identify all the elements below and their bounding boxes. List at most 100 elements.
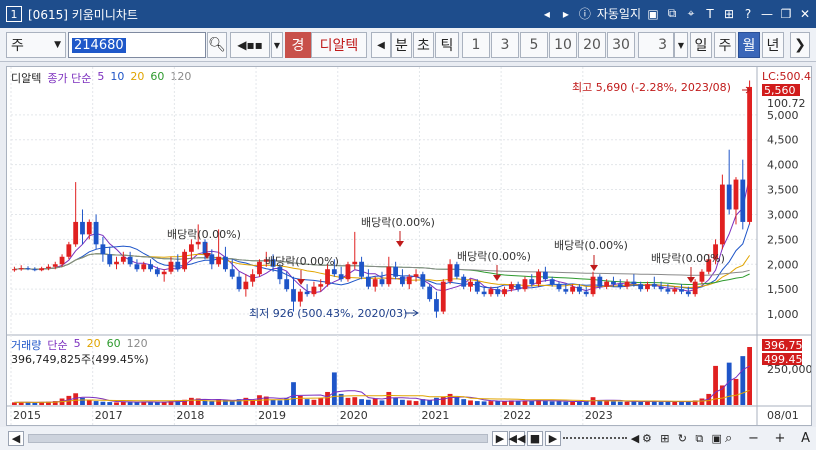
volume-bar <box>611 401 616 405</box>
chevron-right-icon[interactable]: ❯ <box>790 32 810 58</box>
zoom-in-icon[interactable]: + <box>775 431 786 446</box>
candle-body <box>175 261 181 270</box>
stop-icon[interactable]: ■ <box>527 431 543 446</box>
volume-bar <box>617 401 623 405</box>
zoom-search-icon[interactable]: ⌕ <box>725 431 732 446</box>
interval-30[interactable]: 30 <box>607 32 635 58</box>
window-list-icon[interactable]: ▣ <box>646 7 660 21</box>
volume-bar <box>447 393 453 405</box>
volume-bar <box>468 400 473 405</box>
help-icon[interactable]: ? <box>741 7 755 21</box>
candle-body <box>372 279 378 287</box>
price-tick: 3,000 <box>767 208 799 221</box>
scroll-left-icon[interactable]: ◀ <box>8 431 24 446</box>
high-label: 최고 5,690 (-2.28%, 2023/08) <box>572 81 731 94</box>
copy-icon[interactable]: ⧉ <box>665 6 679 21</box>
speed-slider[interactable] <box>563 431 627 439</box>
volume-ma-5-line <box>14 365 750 403</box>
interval-1[interactable]: 1 <box>462 32 490 58</box>
candle-body <box>733 179 739 210</box>
n-input[interactable]: 3 <box>638 32 674 58</box>
search-icon[interactable]: 🔍︎ <box>207 32 227 58</box>
candle-body <box>223 256 228 270</box>
candle-body <box>611 281 616 285</box>
candle-body <box>250 274 256 282</box>
time-label: 2017 <box>95 409 123 422</box>
zoom-out-icon[interactable]: − <box>748 431 759 446</box>
candle-body <box>182 251 187 270</box>
candle-body <box>114 261 119 265</box>
compare-icon[interactable]: ⧉ <box>695 432 703 446</box>
period-tick[interactable]: 틱 <box>435 32 459 58</box>
volume-bar <box>277 400 283 405</box>
refresh-icon[interactable]: ↻ <box>678 432 687 445</box>
price-tick: 2,500 <box>767 233 799 246</box>
scroll-right-icon[interactable]: ▶ <box>492 431 508 446</box>
window-number: 1 <box>6 6 22 22</box>
high-annotation: 최고 5,690 (-2.28%, 2023/08) <box>572 81 751 94</box>
interval-3[interactable]: 3 <box>491 32 519 58</box>
interval-5[interactable]: 5 <box>520 32 548 58</box>
unit-day[interactable]: 일 <box>690 32 712 58</box>
market-select[interactable]: 주 ▼ <box>6 32 66 58</box>
candle-body <box>508 284 514 290</box>
dividend-label: 배당락(0.00%) <box>651 252 725 265</box>
minimize-icon[interactable]: — <box>760 7 774 21</box>
bottom-bar: ◀ ▶ ◀◀ ■ ▶ ◀ ⚙ ⊞ ↻ ⧉ ▣ ⌕ − + A <box>0 427 816 450</box>
volume-bar <box>638 401 644 405</box>
layout-icon[interactable]: ▣ <box>712 432 722 445</box>
dividend-arrowhead <box>396 241 404 247</box>
candle-body <box>52 264 58 267</box>
volume-bar <box>413 401 419 405</box>
candle-body <box>638 284 644 290</box>
volume-bar <box>311 399 317 405</box>
period-second[interactable]: 초 <box>413 32 434 58</box>
close-icon[interactable]: ✕ <box>798 7 812 21</box>
unit-month[interactable]: 월 <box>738 32 760 58</box>
low-label: 최저 926 (500.43%, 2020/03) <box>249 307 407 320</box>
text-icon[interactable]: T <box>703 7 717 21</box>
volume-bar <box>148 402 153 405</box>
interval-10[interactable]: 10 <box>549 32 577 58</box>
volume-bar <box>556 401 562 405</box>
volume-bar <box>665 401 671 405</box>
info-icon[interactable]: ⓘ <box>578 7 592 21</box>
grid-icon[interactable]: ⊞ <box>722 7 736 21</box>
candle-body <box>542 271 548 280</box>
candle-body <box>359 261 364 277</box>
speaker-dropdown[interactable]: ▼ <box>271 32 283 58</box>
next-icon[interactable]: ▸ <box>559 7 573 21</box>
slider-knob-icon[interactable]: ◀ <box>627 431 643 446</box>
volume-bar <box>345 397 351 405</box>
n-dropdown[interactable]: ▼ <box>674 32 688 58</box>
unit-week[interactable]: 주 <box>714 32 736 58</box>
period-minute[interactable]: 분 <box>391 32 412 58</box>
time-label: 08/01 <box>767 409 799 422</box>
candle-body <box>597 276 603 287</box>
collapse-icon[interactable]: ◀ <box>371 32 391 58</box>
quick-badge[interactable]: 경 <box>285 32 311 58</box>
speaker-icon[interactable]: ◀▪▪ <box>230 32 270 58</box>
display-icon[interactable]: ⊞ <box>660 432 669 445</box>
stock-code-input[interactable]: 214680 <box>68 32 206 58</box>
candle-body <box>604 281 610 287</box>
play-icon[interactable]: ▶ <box>545 431 561 446</box>
prev-icon[interactable]: ◂ <box>540 7 554 21</box>
font-size-icon[interactable]: A <box>801 431 810 446</box>
rewind-icon[interactable]: ◀◀ <box>509 431 525 446</box>
candle-body <box>699 271 705 282</box>
settings-icon[interactable]: ⚙ <box>642 432 652 445</box>
scrollbar-track[interactable] <box>28 434 488 443</box>
candle-body <box>406 276 412 285</box>
auto-save-button[interactable]: 자동일지 <box>597 5 641 22</box>
chevron-down-icon: ▼ <box>54 40 61 50</box>
unit-year[interactable]: 년 <box>762 32 784 58</box>
restore-icon[interactable]: ❐ <box>779 7 793 21</box>
interval-20[interactable]: 20 <box>578 32 606 58</box>
volume-bar <box>406 400 412 405</box>
chart-area[interactable]: 디알텍 종가 단순 5 10 20 60 120 거래량 단순 5 20 60 … <box>6 66 812 426</box>
candle-body <box>127 256 133 265</box>
candle-body <box>692 281 698 295</box>
price-tick: 2,000 <box>767 258 799 271</box>
tool-icon[interactable]: ⌖ <box>684 6 698 21</box>
